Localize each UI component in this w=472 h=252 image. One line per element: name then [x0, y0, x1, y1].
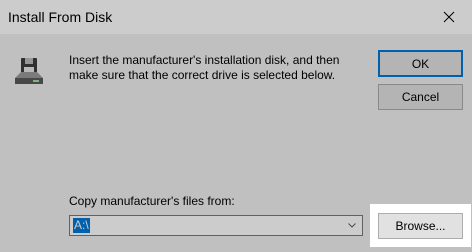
chevron-down-icon [347, 223, 356, 228]
source-path-combobox[interactable]: A:\ [69, 215, 363, 236]
source-path-value: A:\ [73, 218, 90, 233]
cancel-button[interactable]: Cancel [378, 84, 463, 110]
browse-button[interactable]: Browse... [378, 213, 463, 239]
instruction-text: Insert the manufacturer's installation d… [69, 53, 340, 82]
close-icon [443, 11, 455, 23]
floppy-disk-drive-icon [15, 58, 43, 84]
dropdown-arrow[interactable] [343, 216, 360, 235]
ok-button-label: OK [411, 56, 430, 71]
title-bar: Install From Disk [0, 0, 472, 34]
cancel-button-label: Cancel [401, 90, 440, 104]
browse-button-label: Browse... [395, 219, 446, 233]
close-button[interactable] [426, 0, 472, 34]
dialog-title: Install From Disk [8, 9, 113, 25]
ok-button[interactable]: OK [378, 50, 463, 77]
copy-files-label: Copy manufacturer's files from: [69, 194, 235, 208]
